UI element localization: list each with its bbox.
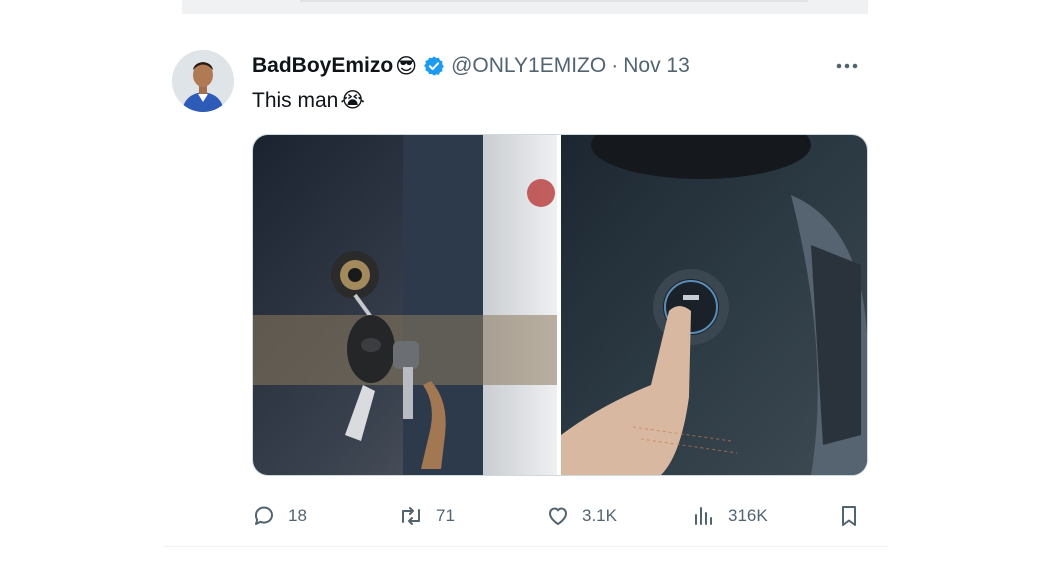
separator-dot: · bbox=[611, 54, 619, 77]
tweet-divider bbox=[164, 546, 888, 547]
repost-icon bbox=[402, 507, 420, 525]
avatar-image bbox=[172, 50, 234, 112]
reply-button[interactable]: 18 bbox=[252, 498, 307, 534]
avatar[interactable] bbox=[172, 50, 234, 112]
tweet-actions: 18 71 3.1K 316K bbox=[252, 498, 866, 534]
like-count: 3.1K bbox=[582, 506, 617, 525]
repost-button[interactable]: 71 bbox=[398, 498, 455, 534]
crying-emoji: 😭 bbox=[340, 89, 365, 112]
bookmark-icon bbox=[842, 506, 856, 526]
tweet-header: BadBoyEmizo 😎 @ONLY1EMIZO · Nov 13 bbox=[252, 52, 690, 80]
ignition-key-image bbox=[253, 135, 557, 475]
sunglasses-emoji: 😎 bbox=[395, 54, 418, 78]
repost-count: 71 bbox=[436, 506, 455, 525]
view-count: 316K bbox=[728, 506, 768, 525]
push-start-button-photo[interactable] bbox=[561, 135, 867, 475]
previous-post-edge bbox=[182, 0, 868, 14]
reply-icon bbox=[254, 506, 273, 525]
tweet-date[interactable]: Nov 13 bbox=[623, 54, 690, 78]
tweet-text: This man 😭 bbox=[252, 88, 365, 113]
like-button[interactable]: 3.1K bbox=[546, 498, 617, 534]
more-dots-icon bbox=[836, 63, 858, 69]
analytics-bar-icon bbox=[695, 507, 712, 525]
views-button[interactable]: 316K bbox=[692, 498, 768, 534]
start-button-image bbox=[561, 135, 867, 475]
bookmark-button[interactable] bbox=[838, 498, 872, 534]
display-name[interactable]: BadBoyEmizo bbox=[252, 54, 393, 78]
reply-count: 18 bbox=[288, 506, 307, 525]
tweet-card[interactable]: BadBoyEmizo 😎 @ONLY1EMIZO · Nov 13 This … bbox=[172, 40, 872, 550]
more-options-button[interactable] bbox=[832, 52, 862, 80]
heart-icon bbox=[549, 507, 567, 525]
tweet-media-grid[interactable] bbox=[252, 134, 868, 476]
user-handle[interactable]: @ONLY1EMIZO bbox=[451, 54, 606, 78]
tweet-text-content: This man bbox=[252, 88, 339, 112]
verified-badge-icon[interactable] bbox=[423, 55, 445, 77]
car-key-ignition-photo[interactable] bbox=[253, 135, 557, 475]
